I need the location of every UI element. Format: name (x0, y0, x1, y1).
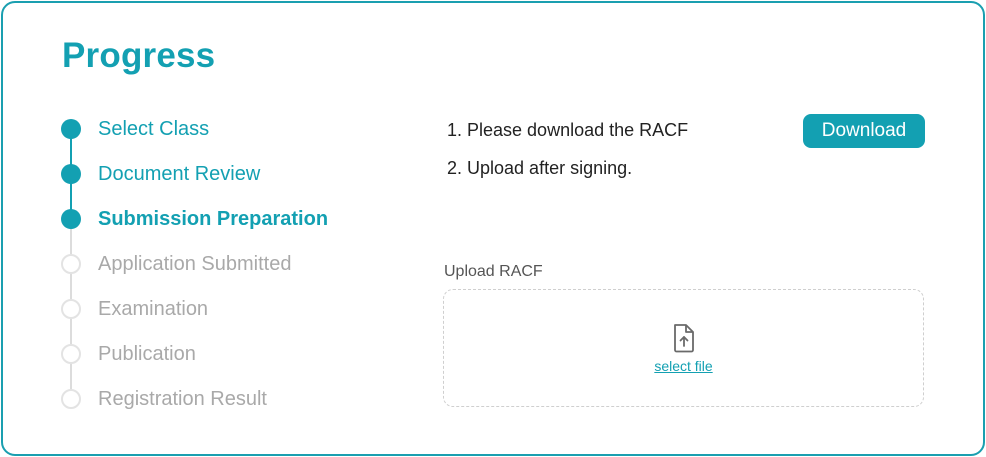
step-label: Publication (98, 342, 196, 365)
step-label: Document Review (98, 162, 261, 185)
instruction-item: 1. Please download the RACF (447, 120, 689, 140)
step-dot-pending (61, 344, 81, 364)
step-label: Application Submitted (98, 252, 292, 275)
page-title: Progress (62, 36, 216, 75)
step-label: Examination (98, 297, 209, 320)
step-dot-pending (61, 389, 81, 409)
step-select-class: Select Class (60, 116, 209, 142)
step-submission-preparation: Submission Preparation (60, 206, 328, 232)
download-button[interactable]: Download (803, 114, 925, 148)
step-label: Registration Result (98, 387, 267, 410)
step-examination: Examination (60, 296, 208, 322)
step-document-review: Document Review (60, 161, 260, 187)
upload-label: Upload RACF (444, 263, 543, 280)
select-file-link[interactable]: select file (444, 358, 923, 374)
step-dot-completed (61, 119, 81, 139)
step-label: Submission Preparation (98, 207, 329, 230)
step-dot-active (61, 209, 81, 229)
step-dot-pending (61, 299, 81, 319)
step-registration-result: Registration Result (60, 386, 267, 412)
step-application-submitted: Application Submitted (60, 251, 291, 277)
file-dropzone[interactable]: select file (443, 289, 924, 407)
step-dot-completed (61, 164, 81, 184)
step-publication: Publication (60, 341, 196, 367)
step-dot-pending (61, 254, 81, 274)
file-upload-icon (671, 323, 697, 353)
step-label: Select Class (98, 117, 210, 140)
instruction-item: 2. Upload after signing. (447, 158, 633, 178)
progress-stepper: Select Class Document Review Submission … (60, 113, 380, 423)
